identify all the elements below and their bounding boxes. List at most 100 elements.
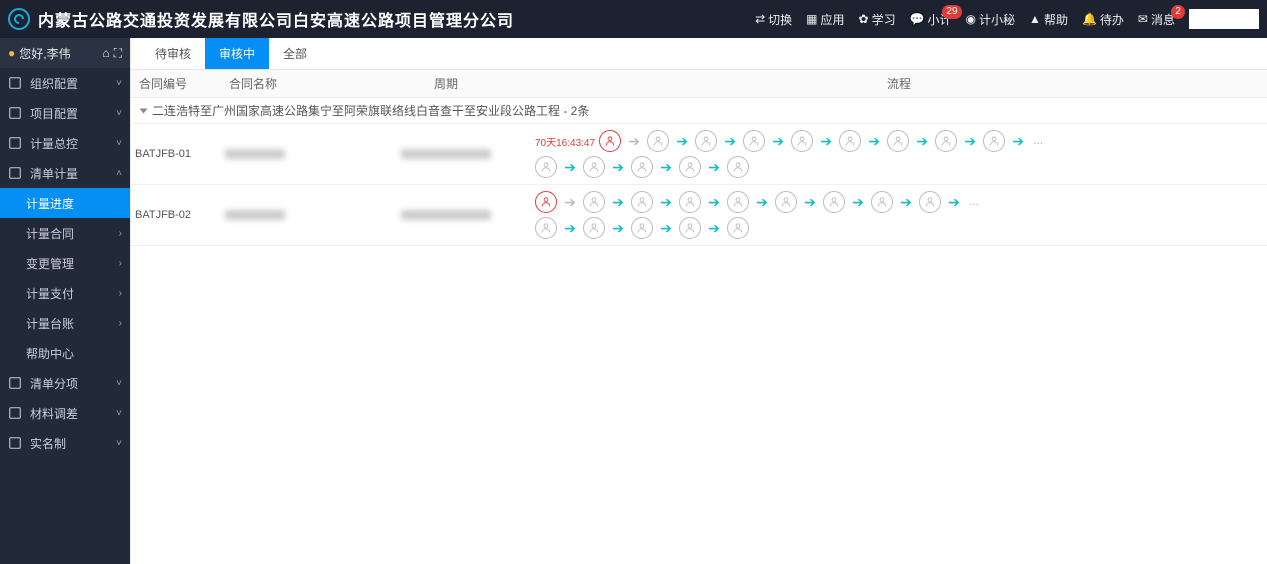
sidebar-item-label: 计量进度 bbox=[26, 195, 74, 212]
sidebar: ● 您好,李伟 ⌂ ⛶ 组织配置˅项目配置˅计量总控˅清单计量˄计量进度计量合同… bbox=[0, 38, 130, 564]
cell-contract-name bbox=[221, 124, 361, 184]
flow-node-icon[interactable] bbox=[823, 191, 845, 213]
chevron-right-icon: › bbox=[119, 288, 122, 299]
sidebar-item-4[interactable]: 计量进度 bbox=[0, 188, 130, 218]
nav-switch[interactable]: ⇄ 切换 bbox=[755, 11, 792, 28]
search-input[interactable] bbox=[1189, 9, 1259, 29]
chevron-down-icon: ˄ bbox=[116, 168, 122, 179]
sidebar-item-9[interactable]: 帮助中心 bbox=[0, 338, 130, 368]
flow-node-icon[interactable] bbox=[631, 191, 653, 213]
sidebar-item-0[interactable]: 组织配置˅ bbox=[0, 68, 130, 98]
nav-todo-label: 待办 bbox=[1100, 11, 1124, 28]
grid-icon: ▦ bbox=[806, 12, 817, 26]
sidebar-item-12[interactable]: 实名制 ˅ bbox=[0, 428, 130, 458]
app-logo-icon bbox=[8, 8, 30, 30]
expand-icon[interactable]: ⛶ bbox=[114, 46, 122, 61]
sidebar-item-2[interactable]: 计量总控˅ bbox=[0, 128, 130, 158]
chevron-down-icon: ˅ bbox=[116, 108, 122, 119]
arrow-right-icon: ➔ bbox=[655, 220, 677, 237]
flow-node-icon[interactable] bbox=[743, 130, 765, 152]
flow-node-icon[interactable] bbox=[695, 130, 717, 152]
flow-node-icon[interactable] bbox=[727, 217, 749, 239]
nav-apps[interactable]: ▦ 应用 bbox=[806, 11, 844, 28]
sidebar-item-6[interactable]: 变更管理› bbox=[0, 248, 130, 278]
flow-line: ➔➔➔➔ bbox=[535, 156, 1263, 178]
nav-message[interactable]: ✉ 消息 2 bbox=[1138, 11, 1175, 28]
chevron-right-icon: › bbox=[119, 258, 122, 269]
flow-node-icon[interactable] bbox=[727, 156, 749, 178]
flow-node-icon[interactable] bbox=[679, 191, 701, 213]
tab-0[interactable]: 待审核 bbox=[141, 38, 205, 69]
flow-node-icon[interactable] bbox=[775, 191, 797, 213]
flow-line: ➔➔➔➔➔➔➔➔➔… bbox=[535, 191, 1263, 213]
cell-flow: 70天16:43:47➔➔➔➔➔➔➔➔➔…➔➔➔➔ bbox=[531, 124, 1267, 184]
flow-node-icon[interactable] bbox=[583, 191, 605, 213]
arrow-right-icon: ➔ bbox=[815, 133, 837, 150]
sidebar-item-7[interactable]: 计量支付› bbox=[0, 278, 130, 308]
flow-node-icon[interactable] bbox=[871, 191, 893, 213]
nav-help[interactable]: ▲ 帮助 bbox=[1029, 11, 1068, 28]
arrow-right-icon: ➔ bbox=[607, 159, 629, 176]
flow-node-icon[interactable] bbox=[599, 130, 621, 152]
sidebar-item-11[interactable]: 材料调差˅ bbox=[0, 398, 130, 428]
flow-node-icon[interactable] bbox=[935, 130, 957, 152]
chevron-down-icon: ˅ bbox=[116, 78, 122, 89]
flow-line: ➔➔➔➔ bbox=[535, 217, 1263, 239]
sidebar-item-label: 计量总控 bbox=[30, 135, 78, 152]
person-icon: ▲ bbox=[1029, 12, 1041, 26]
flow-node-icon[interactable] bbox=[839, 130, 861, 152]
nav-todo[interactable]: 🔔 待办 bbox=[1082, 11, 1124, 28]
sidebar-item-10[interactable]: 清单分项˅ bbox=[0, 368, 130, 398]
chevron-down-icon: ˅ bbox=[116, 438, 122, 449]
message-badge: 2 bbox=[1171, 5, 1185, 19]
sidebar-item-label: 材料调差 bbox=[30, 405, 78, 422]
cell-contract-name bbox=[221, 185, 361, 245]
flow-node-icon[interactable] bbox=[583, 156, 605, 178]
arrow-right-icon: ➔ bbox=[607, 194, 629, 211]
tab-1[interactable]: 审核中 bbox=[205, 38, 269, 69]
flow-node-icon[interactable] bbox=[535, 156, 557, 178]
flow-node-icon[interactable] bbox=[727, 191, 749, 213]
flow-node-icon[interactable] bbox=[535, 217, 557, 239]
flow-node-icon[interactable] bbox=[583, 217, 605, 239]
sidebar-item-3[interactable]: 清单计量˄ bbox=[0, 158, 130, 188]
overdue-label: 70天16:43:47 bbox=[535, 134, 595, 149]
flow-node-icon[interactable] bbox=[647, 130, 669, 152]
sidebar-item-label: 清单分项 bbox=[30, 375, 78, 392]
nav-help-label: 帮助 bbox=[1044, 11, 1068, 28]
flow-node-icon[interactable] bbox=[983, 130, 1005, 152]
sidebar-item-5[interactable]: 计量合同› bbox=[0, 218, 130, 248]
nav-apps-label: 应用 bbox=[820, 11, 844, 28]
chevron-right-icon: › bbox=[119, 228, 122, 239]
ellipsis-icon: … bbox=[969, 197, 979, 208]
flow-node-icon[interactable] bbox=[535, 191, 557, 213]
cell-contract-no: BATJFB-01 bbox=[131, 124, 221, 184]
main-content: 待审核审核中全部 合同编号 合同名称 周期 流程 二连浩特至广州国家高速公路集宁… bbox=[130, 38, 1267, 564]
arrow-right-icon: ➔ bbox=[623, 133, 645, 150]
flow-node-icon[interactable] bbox=[887, 130, 909, 152]
arrow-right-icon: ➔ bbox=[703, 220, 725, 237]
flow-node-icon[interactable] bbox=[679, 217, 701, 239]
arrow-right-icon: ➔ bbox=[671, 133, 693, 150]
sidebar-item-1[interactable]: 项目配置˅ bbox=[0, 98, 130, 128]
module-icon bbox=[8, 106, 22, 120]
nav-jixiaomi[interactable]: ◉ 计小秘 bbox=[966, 11, 1016, 28]
group-header[interactable]: 二连浩特至广州国家高速公路集宁至阿荣旗联络线白音查干至安业段公路工程 - 2条 bbox=[131, 98, 1267, 124]
home-icon[interactable]: ⌂ bbox=[102, 46, 109, 61]
sidebar-item-8[interactable]: 计量台账› bbox=[0, 308, 130, 338]
module-icon bbox=[8, 166, 22, 180]
sidebar-item-label: 计量台账 bbox=[26, 315, 74, 332]
nav-learn[interactable]: ✿ 学习 bbox=[859, 11, 896, 28]
sidebar-item-label: 实名制 bbox=[30, 435, 66, 452]
tab-2[interactable]: 全部 bbox=[269, 38, 321, 69]
nav-xiaoji[interactable]: 💬 小计 29 bbox=[910, 11, 952, 28]
user-greet: 您好,李伟 bbox=[19, 45, 70, 62]
flow-node-icon[interactable] bbox=[919, 191, 941, 213]
flow-node-icon[interactable] bbox=[679, 156, 701, 178]
module-icon bbox=[8, 376, 22, 390]
flow-node-icon[interactable] bbox=[791, 130, 813, 152]
ellipsis-icon: … bbox=[1033, 136, 1043, 147]
flow-node-icon[interactable] bbox=[631, 156, 653, 178]
table-row: BATJFB-0170天16:43:47➔➔➔➔➔➔➔➔➔…➔➔➔➔ bbox=[131, 124, 1267, 185]
flow-node-icon[interactable] bbox=[631, 217, 653, 239]
